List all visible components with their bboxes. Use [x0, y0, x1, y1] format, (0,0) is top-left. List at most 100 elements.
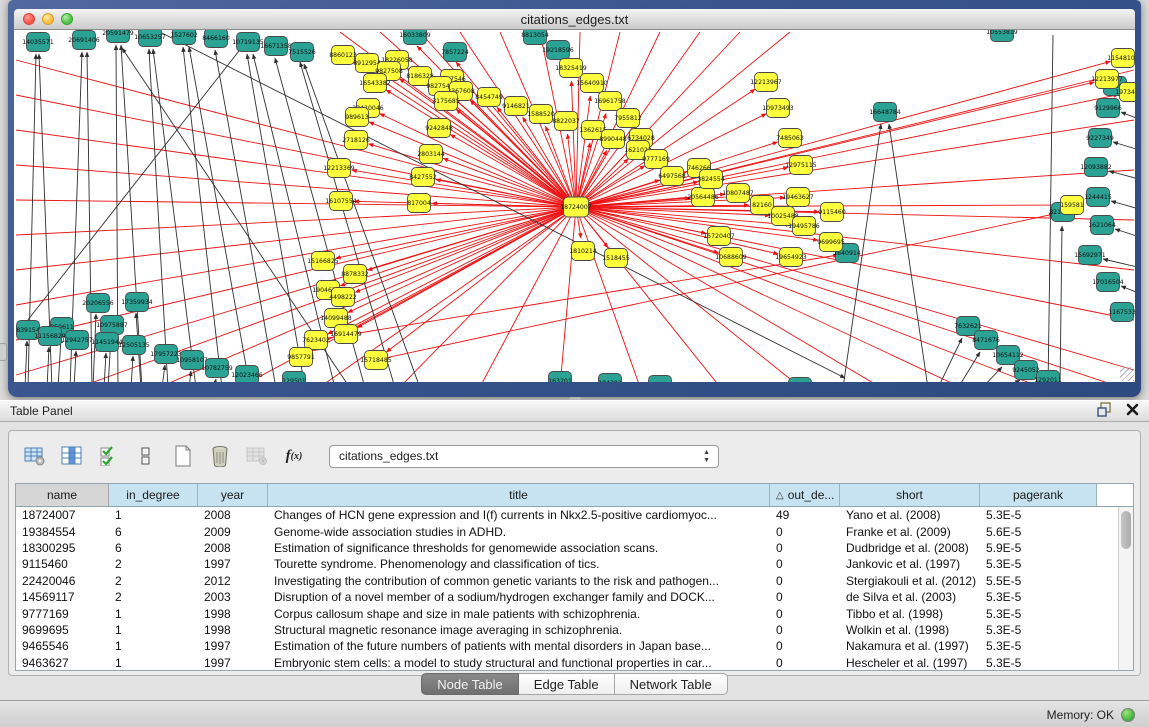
graph-node[interactable]: 1244415 [1084, 188, 1112, 207]
table-row[interactable]: 946554611997Estimation of the future num… [16, 638, 1118, 654]
graph-node[interactable]: 817004 [407, 194, 431, 213]
network-canvas[interactable]: 1403557120691406205914791065325715276028… [14, 30, 1135, 382]
graph-node[interactable]: 20206556 [82, 294, 114, 313]
graph-node[interactable]: 19654923 [775, 248, 807, 267]
graph-node[interactable]: 1588520 [527, 105, 555, 124]
column-header-name[interactable]: name [16, 484, 109, 506]
table-row[interactable]: 946362711997Embryonic stem cells: a mode… [16, 655, 1118, 670]
graph-node[interactable]: 7955812 [614, 109, 642, 128]
graph-node[interactable]: 924501 [788, 378, 812, 383]
column-header-in-degree[interactable]: in_degree [109, 484, 198, 506]
graph-node[interactable]: 17359934 [121, 293, 153, 312]
graph-node[interactable]: 4498222 [329, 288, 357, 307]
graph-node[interactable]: 16671358 [260, 37, 292, 56]
graph-node[interactable]: 16543382 [359, 74, 391, 93]
graph-node[interactable]: 1292011 [1034, 371, 1062, 383]
graph-node[interactable]: 15720407 [703, 227, 735, 246]
graph-node[interactable]: 1621064 [1088, 216, 1116, 235]
graph-node[interactable]: 15640910 [576, 74, 608, 93]
table-settings-icon[interactable] [23, 444, 47, 468]
graph-node[interactable]: 10975887 [96, 316, 128, 335]
graph-node[interactable]: 1527602 [170, 30, 198, 45]
graph-node[interactable]: 16107554 [325, 192, 357, 211]
graph-node[interactable]: 19218596 [542, 41, 574, 60]
table-row[interactable]: 1938455462009Genome-wide association stu… [16, 523, 1118, 539]
table-row[interactable]: 1830029562008Estimation of significance … [16, 540, 1118, 556]
delete-table-icon[interactable] [245, 444, 269, 468]
table-row[interactable]: 1872400712008Changes of HCN gene express… [16, 507, 1118, 523]
network-window[interactable]: citations_edges.txt 14035571206914062059… [8, 0, 1141, 397]
graph-node[interactable]: 10782759 [201, 359, 233, 378]
graph-node[interactable]: 14035571 [22, 33, 54, 52]
graph-hub-node[interactable]: 18724007 [560, 197, 592, 217]
graph-node[interactable]: 3175685 [432, 92, 460, 111]
graph-node[interactable]: 15692971 [1074, 246, 1106, 265]
graph-node[interactable]: 9227349 [1086, 129, 1114, 148]
table-select-dropdown[interactable]: citations_edges.txt ▲▼ [329, 445, 719, 468]
graph-node[interactable]: 9242848 [425, 119, 453, 138]
tab-node-table[interactable]: Node Table [421, 673, 519, 695]
graph-node[interactable]: 9699695 [817, 233, 845, 252]
column-header-year[interactable]: year [198, 484, 268, 506]
graph-node[interactable]: 1518455 [602, 249, 630, 268]
graph-node[interactable]: 12942757 [61, 331, 93, 350]
graph-node[interactable]: 7623402 [302, 331, 330, 350]
graph-node[interactable]: 8471676 [972, 331, 1000, 350]
column-header-short[interactable]: short [840, 484, 980, 506]
graph-node[interactable]: 1167533 [1108, 303, 1135, 322]
graph-node[interactable]: 9777169 [642, 150, 670, 169]
graph-node[interactable]: 6497568 [658, 167, 686, 186]
graph-node[interactable]: 163201 [548, 372, 572, 383]
table-row[interactable]: 1456911722003Disruption of a novel membe… [16, 589, 1118, 605]
graph-node[interactable]: 2718126 [342, 131, 370, 150]
tab-edge-table[interactable]: Edge Table [519, 673, 615, 695]
network-window-titlebar[interactable]: citations_edges.txt [14, 9, 1135, 30]
graph-node[interactable]: 8454749 [475, 88, 503, 107]
graph-node[interactable]: 19463627 [782, 188, 814, 207]
table-panel-header[interactable]: Table Panel [0, 400, 1149, 422]
graph-node[interactable]: 15718485 [360, 351, 392, 370]
graph-node[interactable]: 1810214 [569, 242, 597, 261]
graph-node[interactable]: 20564486 [687, 188, 719, 207]
tab-network-table[interactable]: Network Table [615, 673, 728, 695]
graph-node[interactable]: 10973493 [762, 99, 794, 118]
close-panel-icon[interactable] [1126, 403, 1139, 421]
graph-node[interactable]: 3824554 [697, 170, 725, 189]
float-panel-icon[interactable] [1097, 402, 1112, 422]
table-vertical-scrollbar[interactable] [1118, 507, 1133, 670]
row-height-icon[interactable] [134, 444, 158, 468]
table-row[interactable]: 977716911998Corpus callosum shape and si… [16, 605, 1118, 621]
select-attributes-icon[interactable] [97, 444, 121, 468]
table-row[interactable]: 969969511998Structural magnetic resonanc… [16, 622, 1118, 638]
graph-node[interactable]: 7515526 [288, 43, 316, 62]
graph-node[interactable]: 10553819 [986, 30, 1018, 42]
graph-node[interactable]: 10653257 [134, 30, 166, 47]
graph-node[interactable]: 9857791 [287, 348, 315, 367]
column-header-out-degree[interactable]: △ out_de... [770, 484, 840, 506]
create-column-icon[interactable] [171, 444, 195, 468]
graph-node[interactable]: 15166825 [307, 252, 339, 271]
graph-node[interactable]: 2803144 [417, 145, 445, 164]
graph-node[interactable]: 9146821 [502, 97, 530, 116]
graph-node[interactable]: 120233 [648, 376, 672, 383]
graph-node[interactable]: 10719135 [232, 33, 264, 52]
graph-node[interactable]: 16033809 [399, 30, 431, 45]
delete-column-icon[interactable] [208, 444, 232, 468]
graph-node[interactable]: 7485063 [776, 129, 804, 148]
graph-node[interactable]: 12213967 [750, 73, 782, 92]
column-header-pagerank[interactable]: pagerank [980, 484, 1097, 506]
graph-node[interactable]: 8822037 [552, 112, 580, 131]
graph-node[interactable]: 12213977 [1091, 70, 1123, 89]
window-resize-grip[interactable] [1120, 367, 1134, 381]
graph-node[interactable]: 159581 [1060, 196, 1084, 215]
table-row[interactable]: 911546021997Tourette syndrome. Phenomeno… [16, 556, 1118, 572]
graph-node[interactable]: 8813054 [521, 30, 549, 45]
graph-node[interactable]: 12505135 [118, 336, 150, 355]
graph-node[interactable]: 184302 [598, 374, 622, 383]
memory-status-indicator[interactable] [1121, 708, 1135, 722]
graph-node[interactable]: 8990448 [599, 130, 627, 149]
graph-node[interactable]: 16914479 [330, 325, 362, 344]
graph-node[interactable]: 12023466 [231, 366, 263, 383]
graph-node[interactable]: 989613 [345, 108, 369, 127]
graph-node[interactable]: 12213369 [323, 159, 355, 178]
